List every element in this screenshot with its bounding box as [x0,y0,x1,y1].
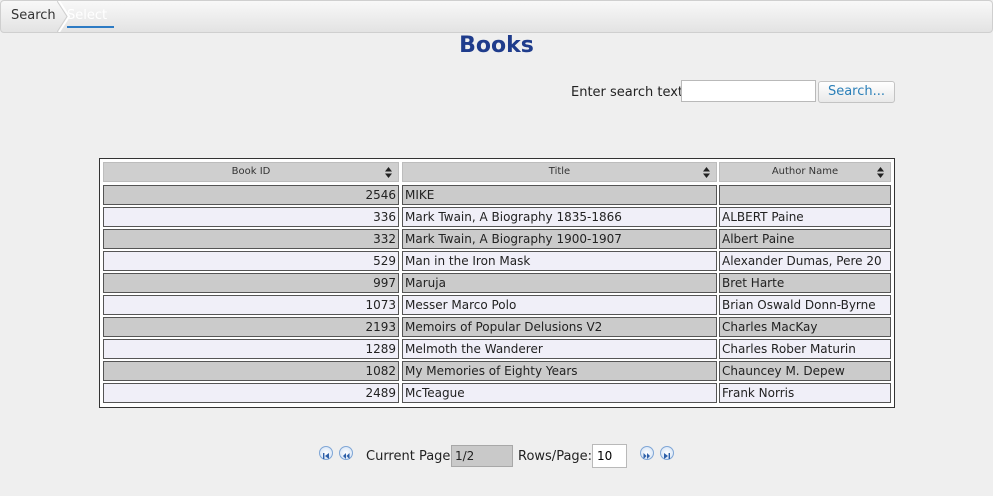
books-table: Book ID Title Author Name 2546 MIKE 336 Mark T… [99,158,895,408]
column-header-author-name[interactable]: Author Name [719,162,891,182]
table-cell-book-id[interactable]: 1073 [103,295,399,315]
table-cell-title[interactable]: Melmoth the Wanderer [402,339,717,359]
search-label: Enter search text: [571,85,688,100]
rows-per-page-label: Rows/Page: [518,449,593,464]
table-cell-title[interactable]: Messer Marco Polo [402,295,717,315]
table-cell-book-id[interactable]: 2193 [103,317,399,337]
table-cell-author-name[interactable]: Charles MacKay [719,317,891,337]
table-cell-author-name[interactable]: Alexander Dumas, Pere 20 [719,251,891,271]
search-input[interactable] [681,80,816,102]
table-cell-title[interactable]: Memoirs of Popular Delusions V2 [402,317,717,337]
table-cell-book-id[interactable]: 529 [103,251,399,271]
breadcrumb-item-search[interactable]: Search [11,8,56,23]
table-cell-title[interactable]: MIKE [402,185,717,205]
current-page-field: 1/2 [451,445,513,467]
breadcrumb-item-select[interactable]: Select [67,8,114,28]
table-cell-title[interactable]: Mark Twain, A Biography 1835-1866 [402,207,717,227]
column-header-label: Author Name [771,166,839,177]
previous-page-icon[interactable] [339,446,353,460]
table-cell-title[interactable]: Man in the Iron Mask [402,251,717,271]
table-cell-book-id[interactable]: 1082 [103,361,399,381]
column-header-label: Title [548,166,571,177]
table-cell-author-name[interactable]: Chauncey M. Depew [719,361,891,381]
breadcrumb: Search Select [0,0,993,33]
table-cell-author-name[interactable] [719,185,891,205]
column-header-label: Book ID [231,166,271,177]
table-cell-book-id[interactable]: 2546 [103,185,399,205]
table-cell-book-id[interactable]: 332 [103,229,399,249]
column-header-book-id[interactable]: Book ID [103,162,399,182]
sort-icon[interactable] [877,167,884,178]
table-cell-title[interactable]: My Memories of Eighty Years [402,361,717,381]
table-cell-book-id[interactable]: 336 [103,207,399,227]
table-cell-author-name[interactable]: Bret Harte [719,273,891,293]
table-cell-book-id[interactable]: 997 [103,273,399,293]
last-page-icon[interactable] [660,446,674,460]
current-page-label: Current Page: [366,449,455,464]
search-button[interactable]: Search... [818,81,895,103]
table-cell-author-name[interactable]: Frank Norris [719,383,891,403]
column-header-title[interactable]: Title [402,162,717,182]
table-cell-author-name[interactable]: Brian Oswald Donn-Byrne [719,295,891,315]
table-cell-author-name[interactable]: Charles Rober Maturin [719,339,891,359]
sort-icon[interactable] [703,167,710,178]
rows-per-page-input[interactable] [592,444,627,468]
table-cell-author-name[interactable]: ALBERT Paine [719,207,891,227]
first-page-icon[interactable] [319,446,333,460]
page-title: Books [459,33,534,58]
table-cell-title[interactable]: Mark Twain, A Biography 1900-1907 [402,229,717,249]
table-cell-book-id[interactable]: 1289 [103,339,399,359]
table-cell-author-name[interactable]: Albert Paine [719,229,891,249]
table-cell-book-id[interactable]: 2489 [103,383,399,403]
table-cell-title[interactable]: McTeague [402,383,717,403]
sort-icon[interactable] [385,167,392,178]
next-page-icon[interactable] [640,446,654,460]
table-cell-title[interactable]: Maruja [402,273,717,293]
